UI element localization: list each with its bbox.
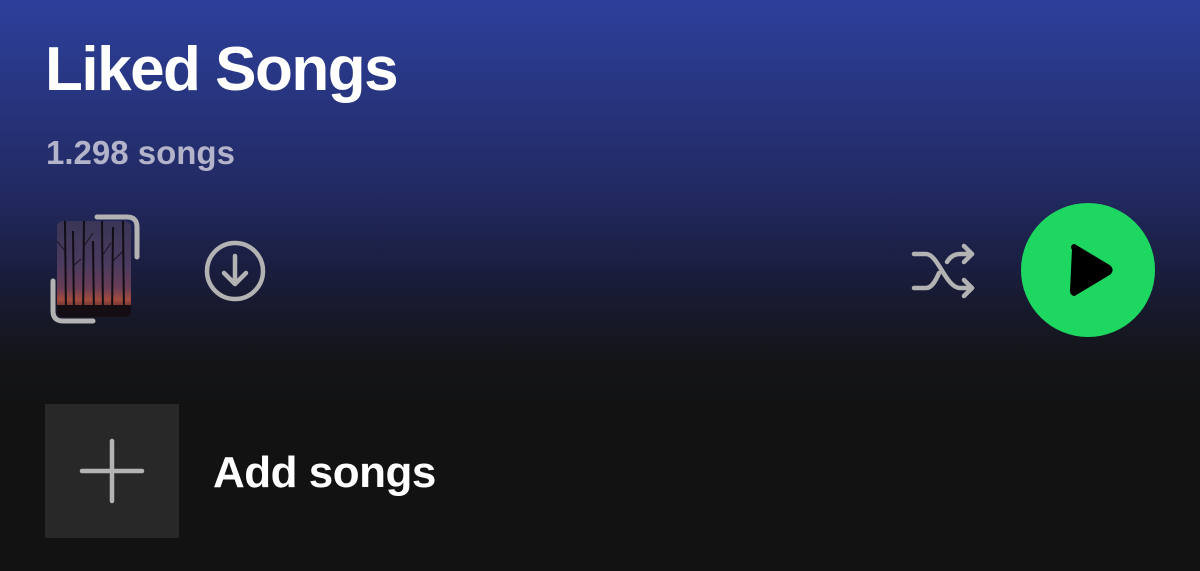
- liked-songs-screen: { "header": { "title": "Liked Songs", "s…: [0, 0, 1200, 571]
- download-icon: [204, 240, 266, 302]
- shuffle-icon: [911, 243, 975, 299]
- add-songs-row[interactable]: Add songs: [45, 404, 545, 538]
- play-button[interactable]: [1021, 203, 1155, 337]
- cover-thumbnail-button[interactable]: [49, 213, 141, 325]
- download-button[interactable]: [203, 239, 267, 303]
- page-title: Liked Songs: [45, 35, 399, 104]
- song-count: 1.298 songs: [46, 134, 235, 171]
- shuffle-button[interactable]: [910, 242, 978, 300]
- cover-bracket-icon: [50, 214, 140, 324]
- add-songs-tile: [45, 404, 179, 538]
- add-songs-label: Add songs: [213, 448, 436, 497]
- play-icon: [1070, 244, 1113, 296]
- plus-icon: [79, 438, 145, 504]
